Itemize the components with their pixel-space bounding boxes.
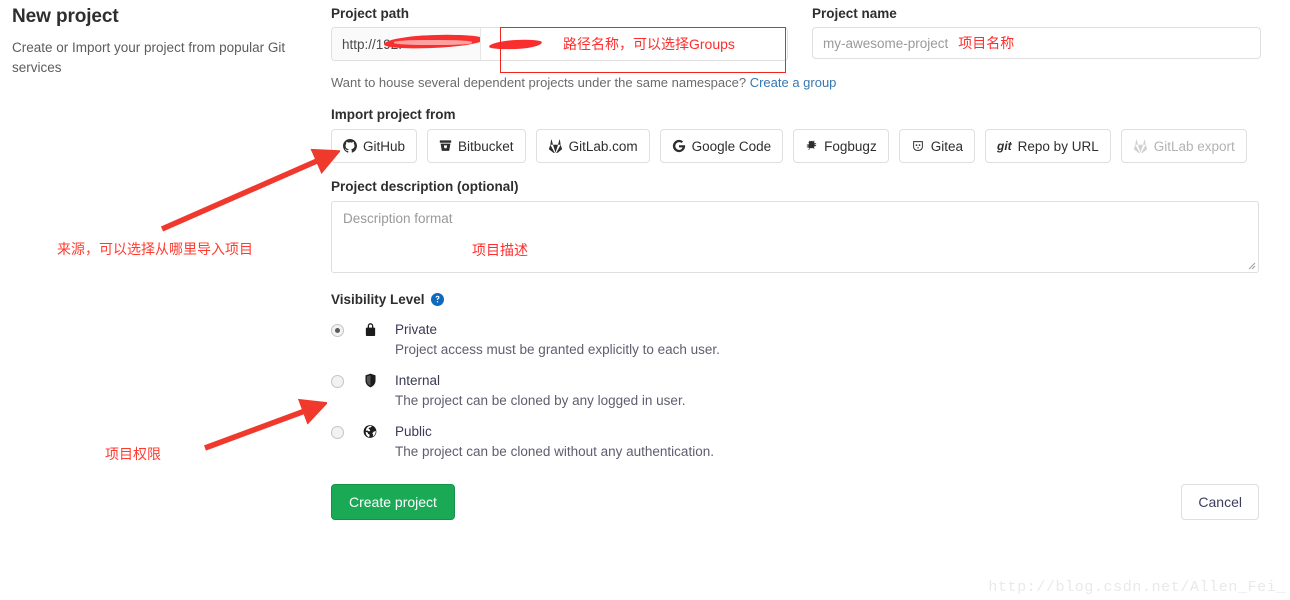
import-button-label: GitHub [363, 138, 406, 154]
project-name-group: Project name my-awesome-project 项目名称 [812, 6, 1261, 59]
globe-icon [359, 423, 381, 439]
create-a-group-link[interactable]: Create a group [750, 75, 837, 90]
visibility-option-text: Public The project can be cloned without… [395, 423, 714, 460]
question-circle-icon[interactable] [430, 293, 444, 306]
visibility-option-internal[interactable]: Internal The project can be cloned by an… [331, 372, 1261, 409]
import-button-gitlab-com[interactable]: GitLab.com [535, 129, 650, 163]
project-name-annotation: 项目名称 [958, 35, 1015, 51]
fogbugz-bug-icon [805, 139, 818, 153]
import-button-label: Google Code [691, 138, 772, 154]
description-annotation: 项目描述 [472, 242, 528, 258]
form-footer: Create project Cancel [331, 484, 1259, 520]
visibility-section: Visibility Level Private Project access … [331, 292, 1261, 460]
import-button-gitea[interactable]: Gitea [898, 129, 975, 163]
bitbucket-icon [439, 139, 452, 153]
git-icon: git [996, 139, 1012, 153]
visibility-option-name: Internal [395, 373, 441, 388]
redaction-scribble-prefix-highlight [394, 40, 472, 45]
cancel-button[interactable]: Cancel [1181, 484, 1259, 520]
visibility-radio-private[interactable] [331, 324, 344, 337]
gitlab-icon [548, 139, 563, 153]
visibility-option-text: Internal The project can be cloned by an… [395, 372, 685, 409]
page-subtitle: Create or Import your project from popul… [12, 40, 286, 75]
description-textarea[interactable]: Description format 项目描述 [331, 201, 1259, 273]
project-name-label: Project name [812, 6, 897, 21]
visibility-option-description: The project can be cloned by any logged … [395, 393, 686, 408]
shield-icon [359, 372, 381, 388]
textarea-resize-handle[interactable] [1246, 260, 1256, 270]
visibility-option-public[interactable]: Public The project can be cloned without… [331, 423, 1261, 460]
visibility-option-private[interactable]: Private Project access must be granted e… [331, 321, 1261, 358]
project-path-prefix-text: http://192. [342, 36, 403, 52]
github-icon [343, 139, 357, 153]
create-project-button[interactable]: Create project [331, 484, 455, 520]
import-label: Import project from [331, 107, 456, 122]
visibility-option-text: Private Project access must be granted e… [395, 321, 720, 358]
redaction-scribble-namespace [488, 38, 543, 51]
import-button-label: Fogbugz [824, 138, 877, 154]
import-button-label: Repo by URL [1017, 138, 1099, 154]
namespace-hint-text: Want to house several dependent projects… [331, 75, 747, 90]
import-section: Import project from GitHub Bitbucket Git… [331, 107, 1261, 163]
visibility-radio-public[interactable] [331, 426, 344, 439]
description-placeholder: Description format [343, 211, 453, 226]
import-button-gitlab-export: GitLab export [1120, 129, 1247, 163]
visibility-level-label: Visibility Level [331, 292, 425, 307]
visibility-option-description: The project can be cloned without any au… [395, 444, 714, 459]
project-name-input[interactable]: my-awesome-project 项目名称 [812, 27, 1261, 59]
annotation-arrow-permission [204, 398, 327, 451]
new-project-form: Project path http://192. 路径名称，可以选择Groups… [331, 6, 1261, 520]
description-section: Project description (optional) Descripti… [331, 179, 1261, 273]
import-buttons-row: GitHub Bitbucket GitLab.com Google Code [331, 129, 1261, 163]
annotation-label-source: 来源，可以选择从哪里导入项目 [57, 241, 253, 257]
visibility-header: Visibility Level [331, 292, 1261, 307]
project-path-input-group[interactable]: http://192. 路径名称，可以选择Groups [331, 27, 788, 61]
import-button-google-code[interactable]: Google Code [659, 129, 784, 163]
watermark: http://blog.csdn.net/Allen_Fei_ [988, 579, 1286, 596]
visibility-option-description: Project access must be granted explicitl… [395, 342, 720, 357]
description-label: Project description (optional) [331, 179, 519, 194]
import-button-bitbucket[interactable]: Bitbucket [427, 129, 526, 163]
gitea-icon [911, 139, 925, 153]
project-path-namespace-input[interactable]: 路径名称，可以选择Groups [481, 28, 787, 60]
path-and-name-row: Project path http://192. 路径名称，可以选择Groups… [331, 6, 1261, 73]
import-button-github[interactable]: GitHub [331, 129, 418, 163]
project-path-prefix: http://192. [332, 28, 481, 60]
project-path-label: Project path [331, 6, 410, 21]
import-button-label: GitLab export [1153, 138, 1235, 154]
namespace-hint: Want to house several dependent projects… [331, 75, 1261, 90]
import-button-repo-by-url[interactable]: git Repo by URL [984, 129, 1111, 163]
page-title: New project [12, 6, 119, 27]
project-name-placeholder: my-awesome-project [823, 35, 949, 51]
import-button-label: GitLab.com [568, 138, 638, 154]
visibility-radio-internal[interactable] [331, 375, 344, 388]
project-path-annotation: 路径名称，可以选择Groups [563, 36, 735, 52]
visibility-option-name: Private [395, 322, 438, 337]
import-button-label: Bitbucket [458, 138, 514, 154]
visibility-option-name: Public [395, 424, 432, 439]
intro-column: New project Create or Import your projec… [12, 6, 312, 78]
annotation-arrow-source [160, 148, 340, 232]
annotation-label-permission: 项目权限 [105, 446, 161, 462]
project-path-group: Project path http://192. 路径名称，可以选择Groups [331, 6, 788, 73]
gitlab-icon [1133, 139, 1148, 153]
google-icon [672, 139, 686, 153]
import-button-fogbugz[interactable]: Fogbugz [793, 129, 889, 163]
lock-icon [359, 321, 381, 337]
import-button-label: Gitea [930, 138, 963, 154]
